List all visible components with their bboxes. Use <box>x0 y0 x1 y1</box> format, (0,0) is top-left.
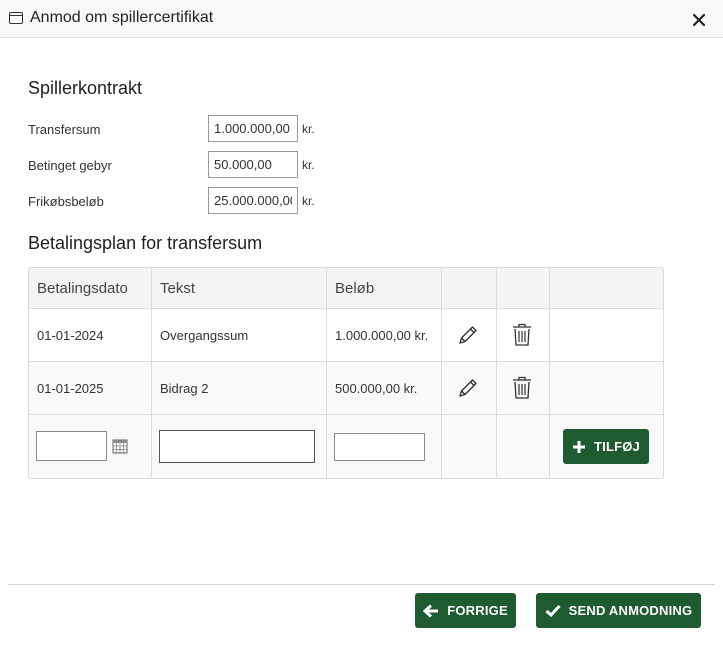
new-delete-cell <box>497 415 550 478</box>
column-header-date: Betalingsdato <box>29 268 152 309</box>
calendar-icon[interactable] <box>112 438 128 454</box>
row-2-delete-cell <box>497 362 550 415</box>
new-edit-cell <box>442 415 497 478</box>
dialog-title: Anmod om spillercertifikat <box>30 9 214 26</box>
column-header-edit <box>442 268 497 309</box>
new-amount-cell <box>327 415 442 478</box>
back-button-label: FORRIGE <box>447 603 508 618</box>
pencil-icon[interactable] <box>457 324 479 346</box>
add-button-label: TILFØJ <box>594 439 640 454</box>
row-1-delete-cell <box>497 309 550 362</box>
payment-plan-heading: Betalingsplan for transfersum <box>28 233 263 253</box>
betinget-gebyr-input[interactable] <box>208 151 298 178</box>
new-date-cell <box>29 415 152 478</box>
arrow-left-icon <box>423 603 439 618</box>
frikobsbelob-label: Frikøbsbeløb <box>28 194 104 209</box>
new-actions-cell: TILFØJ <box>550 415 663 478</box>
dialog-titlebar: Anmod om spillercertifikat <box>0 0 723 38</box>
new-date-input[interactable] <box>36 431 107 461</box>
trash-icon[interactable] <box>512 376 532 400</box>
new-amount-input[interactable] <box>334 433 425 461</box>
row-1-edit-cell <box>442 309 497 362</box>
add-button[interactable]: TILFØJ <box>563 429 649 464</box>
back-button[interactable]: FORRIGE <box>415 593 516 628</box>
transfersum-label: Transfersum <box>28 122 101 137</box>
checkmark-icon <box>545 604 561 617</box>
frikobsbelob-unit: kr. <box>302 194 315 208</box>
close-icon <box>692 13 706 27</box>
betinget-gebyr-unit: kr. <box>302 158 315 172</box>
new-text-input[interactable] <box>159 430 315 463</box>
column-header-text: Tekst <box>152 268 327 309</box>
plus-icon <box>573 440 585 453</box>
send-request-button[interactable]: SEND ANMODNING <box>536 593 701 628</box>
transfersum-unit: kr. <box>302 122 315 136</box>
new-text-cell <box>152 415 327 478</box>
payment-plan-table: Betalingsdato Tekst Beløb 01-01-2024 Ove… <box>28 267 664 479</box>
trash-icon[interactable] <box>512 323 532 347</box>
row-2-text: Bidrag 2 <box>152 362 327 415</box>
column-header-actions <box>550 268 663 309</box>
footer-divider <box>8 584 715 585</box>
column-header-delete <box>497 268 550 309</box>
row-1-date: 01-01-2024 <box>29 309 152 362</box>
frikobsbelob-input[interactable] <box>208 187 298 214</box>
column-header-amount: Beløb <box>327 268 442 309</box>
row-1-actions-cell <box>550 309 663 362</box>
contract-heading: Spillerkontrakt <box>28 78 143 98</box>
pencil-icon[interactable] <box>457 377 479 399</box>
row-2-date: 01-01-2025 <box>29 362 152 415</box>
send-request-button-label: SEND ANMODNING <box>568 603 693 618</box>
window-icon <box>9 12 23 24</box>
betinget-gebyr-label: Betinget gebyr <box>28 158 112 173</box>
transfersum-input[interactable] <box>208 115 298 142</box>
row-1-amount: 1.000.000,00 kr. <box>327 309 442 362</box>
row-2-amount: 500.000,00 kr. <box>327 362 442 415</box>
row-2-edit-cell <box>442 362 497 415</box>
close-button[interactable] <box>692 9 706 30</box>
row-1-text: Overgangssum <box>152 309 327 362</box>
row-2-actions-cell <box>550 362 663 415</box>
